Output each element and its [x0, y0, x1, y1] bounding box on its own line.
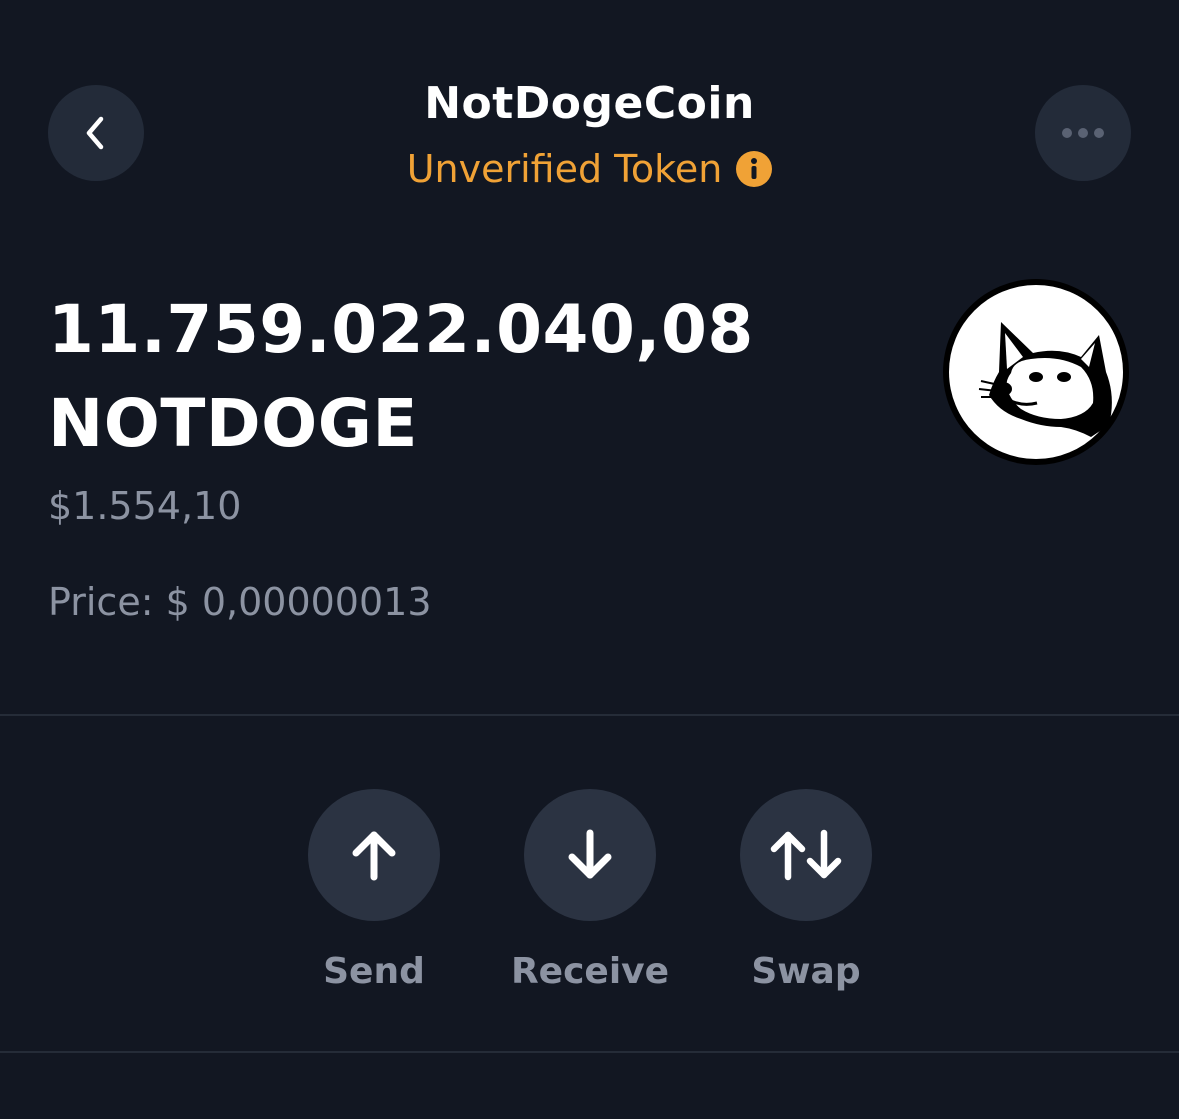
- token-header: NotDogeCoin Unverified Token: [190, 70, 989, 200]
- balance-amount: 11.759.022.040,08: [48, 291, 754, 368]
- swap-action[interactable]: Swap: [696, 789, 916, 999]
- unverified-token-label: Unverified Token: [406, 147, 723, 191]
- more-options-button[interactable]: [1035, 85, 1131, 181]
- receive-button[interactable]: [524, 789, 656, 921]
- arrow-up-icon: [352, 831, 396, 881]
- receive-action[interactable]: Receive: [480, 789, 700, 999]
- send-action[interactable]: Send: [264, 789, 484, 999]
- send-label: Send: [323, 951, 425, 992]
- balance-symbol: NOTDOGE: [48, 385, 419, 462]
- token-balance: 11.759.022.040,08 NOTDOGE: [48, 283, 754, 471]
- receive-label: Receive: [510, 951, 670, 992]
- arrow-down-icon: [568, 829, 612, 879]
- ellipsis-icon: [1062, 128, 1104, 138]
- back-button[interactable]: [48, 85, 144, 181]
- chevron-left-icon: [86, 116, 104, 150]
- divider: [0, 714, 1179, 716]
- unverified-token-notice[interactable]: Unverified Token: [407, 138, 773, 200]
- swap-label: Swap: [751, 951, 861, 992]
- swap-button[interactable]: [740, 789, 872, 921]
- info-icon[interactable]: [736, 151, 773, 187]
- fiat-value: $1.554,10: [48, 484, 242, 528]
- token-price: Price: $ 0,00000013: [48, 580, 432, 624]
- swap-arrows-icon: [770, 829, 842, 881]
- doge-logo: [941, 277, 1131, 467]
- send-button[interactable]: [308, 789, 440, 921]
- divider: [0, 1051, 1179, 1053]
- token-title: NotDogeCoin: [424, 78, 755, 129]
